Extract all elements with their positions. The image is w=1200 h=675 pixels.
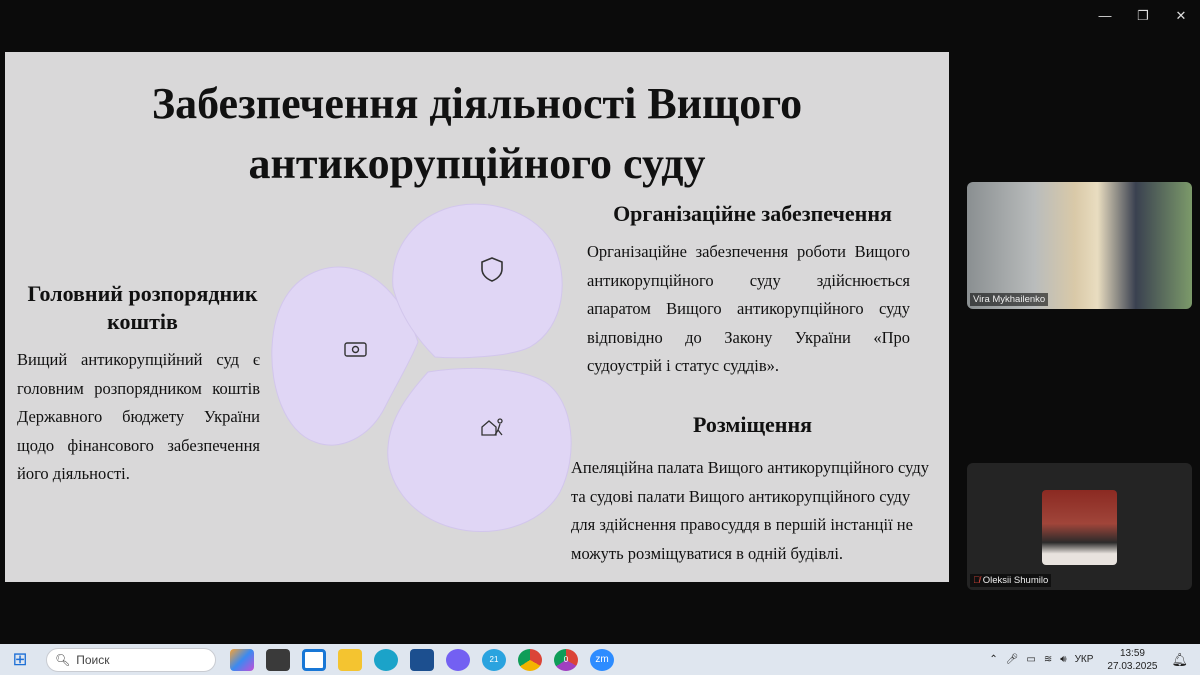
text-line: та судові палати Вищого антикорупційного… — [571, 486, 911, 506]
badge: 0 — [563, 655, 569, 664]
participant-name: Oleksii Shumilo — [982, 575, 1049, 586]
widgets-icon[interactable] — [302, 648, 326, 671]
search-placeholder: Поиск — [76, 652, 110, 667]
badge: 21 — [489, 655, 499, 664]
close-button[interactable]: ✕ — [1162, 6, 1200, 26]
viber-icon[interactable] — [446, 648, 470, 671]
windows-start-icon[interactable]: ⊞ — [8, 649, 32, 671]
left-heading: Головний розпорядник коштів — [15, 280, 270, 336]
language-indicator[interactable]: УКР — [1075, 654, 1094, 665]
blob-diagram — [271, 203, 572, 533]
search-box[interactable]: 🔍︎ Поиск — [46, 647, 216, 672]
taskbar: ⊞ 🔍︎ Поиск 21 0 zm ⌃ 🎤︎ ▭ ≋ 🔊︎ УКР 13:59 … — [0, 644, 1200, 675]
paragraph-last-line: його діяльності. — [17, 464, 130, 483]
chevron-up-icon[interactable]: ⌃ — [989, 654, 997, 665]
paragraph: Організаційне забезпечення роботи Вищого… — [587, 242, 910, 347]
placement-text: Апеляційна палата Вищого антикорупційног… — [571, 454, 941, 568]
paragraph: Вищий антикорупційний суд є головним роз… — [17, 350, 260, 455]
store-icon[interactable] — [410, 648, 434, 671]
minimize-button[interactable]: — — [1086, 6, 1124, 26]
telegram-icon[interactable]: 21 — [482, 648, 506, 671]
time: 13:59 — [1119, 647, 1145, 659]
task-view-icon[interactable] — [266, 648, 290, 671]
volume-icon[interactable]: 🔊︎ — [1060, 654, 1066, 665]
copilot-icon[interactable] — [230, 648, 254, 671]
slide-title: Забезпечення діяльності Вищого антикоруп… — [5, 74, 949, 194]
text-line: Апеляційна палата Вищого антикорупційног… — [571, 458, 929, 477]
left-text: Вищий антикорупційний суд є головним роз… — [17, 346, 260, 489]
wifi-icon[interactable]: ≋ — [1044, 654, 1052, 665]
avatar — [1042, 490, 1117, 565]
blob-bottom — [387, 367, 572, 533]
notification-bell-icon[interactable]: 🔔︎ — [1171, 652, 1188, 668]
battery-icon[interactable]: ▭ — [1026, 654, 1035, 665]
text-line: можуть розміщуватися в одній будівлі. — [571, 543, 844, 563]
search-icon: 🔍︎ — [55, 652, 71, 667]
blob-top — [392, 203, 563, 359]
text-line: для здійснення правосуддя в першій інста… — [571, 515, 913, 534]
participant-label: 🎙̸ Oleksii Shumilo — [970, 574, 1052, 587]
title-line: антикорупційного суду — [248, 139, 706, 188]
microphone-icon[interactable]: 🎤︎ — [1006, 654, 1019, 665]
system-tray: ⌃ 🎤︎ ▭ ≋ 🔊︎ УКР 13:59 27.03.2025 🔔︎ — [989, 644, 1188, 675]
heading-line: коштів — [107, 309, 178, 334]
heading-line: Головний розпорядник — [27, 281, 258, 306]
file-explorer-icon[interactable] — [338, 648, 362, 671]
chrome-icon[interactable] — [518, 648, 542, 671]
video-tile-vira[interactable]: Vira Mykhailenko — [967, 182, 1192, 309]
zoom-icon[interactable]: zm — [590, 648, 614, 671]
org-heading: Організаційне забезпечення — [613, 201, 892, 226]
paragraph-last-line: судоустрій і статус суддів». — [587, 356, 779, 375]
video-tile-oleksii[interactable]: 🎙̸ Oleksii Shumilo — [967, 463, 1192, 590]
window-controls: — ❐ ✕ — [1086, 6, 1200, 26]
clock[interactable]: 13:59 27.03.2025 — [1107, 647, 1157, 673]
title-line: Забезпечення діяльності Вищого — [151, 79, 803, 128]
org-text: Організаційне забезпечення роботи Вищого… — [587, 238, 910, 381]
zoom-label: zm — [595, 654, 609, 665]
shared-slide: Забезпечення діяльності Вищого антикоруп… — [5, 52, 949, 582]
restore-button[interactable]: ❐ — [1124, 6, 1162, 26]
participant-name: Vira Mykhailenko — [970, 293, 1049, 306]
placement-heading: Розміщення — [692, 412, 813, 437]
edge-icon[interactable] — [374, 648, 398, 671]
date: 27.03.2025 — [1107, 660, 1158, 672]
chrome-profile-icon[interactable]: 0 — [554, 648, 578, 671]
mic-muted-icon: 🎙̸ — [973, 575, 983, 586]
